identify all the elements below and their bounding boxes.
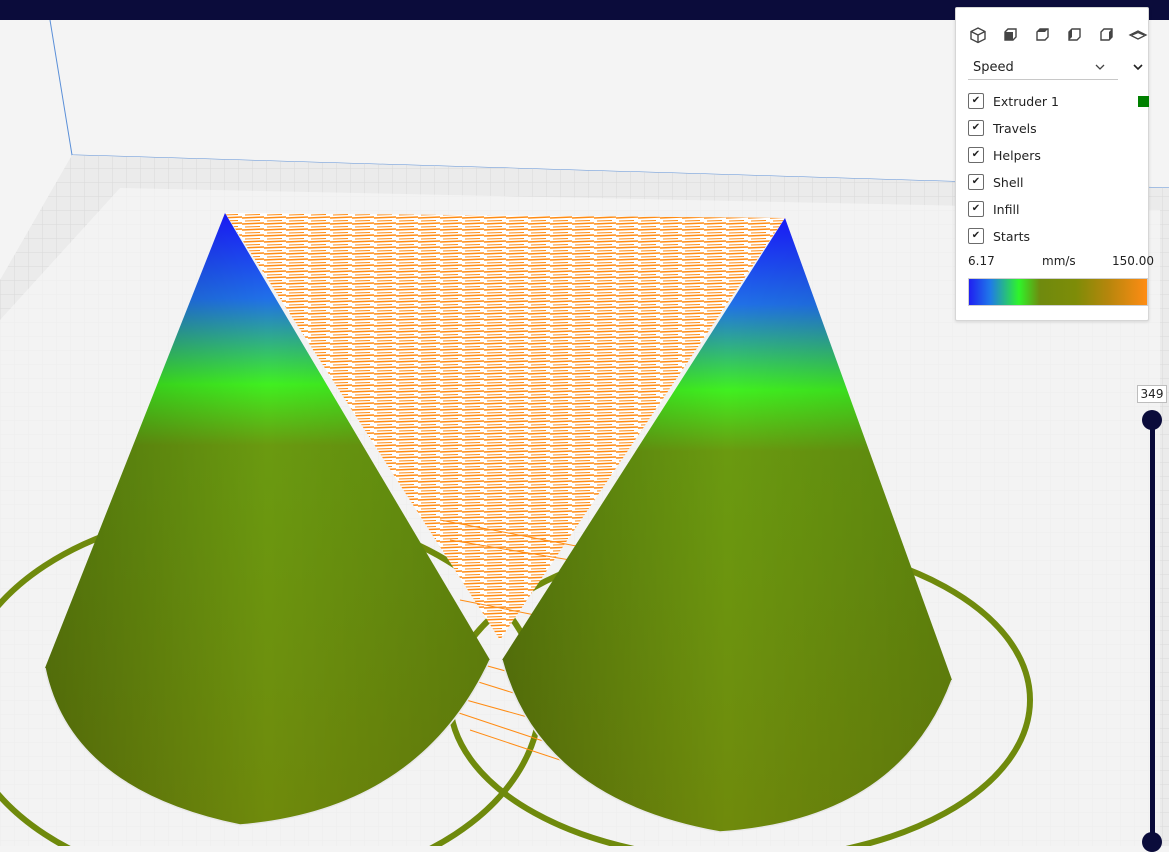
3d-view-button[interactable] — [967, 24, 989, 46]
checkbox[interactable]: ✔ — [968, 174, 984, 190]
left-view-button[interactable] — [1063, 24, 1085, 46]
toggle-label: Shell — [993, 174, 1024, 190]
right-view-icon — [1100, 28, 1113, 41]
check-icon: ✔ — [971, 230, 981, 241]
layer-slider-top-handle[interactable] — [1142, 410, 1162, 430]
current-layer-label: 349 — [1137, 385, 1167, 403]
speed-color-gradient — [968, 278, 1148, 306]
extruder-color-swatch — [1138, 96, 1149, 107]
right-view-button[interactable] — [1095, 24, 1117, 46]
checkbox[interactable]: ✔ — [968, 201, 984, 217]
layer-slider-track[interactable] — [1150, 421, 1155, 846]
legend-unit: mm/s — [1042, 254, 1076, 268]
legend-max-value: 150.00 — [1112, 254, 1154, 268]
toggle-travels[interactable]: ✔ Travels — [968, 119, 1037, 137]
front-view-button[interactable] — [999, 24, 1021, 46]
toggle-infill[interactable]: ✔ Infill — [968, 200, 1019, 218]
check-icon: ✔ — [971, 176, 981, 187]
checkbox[interactable]: ✔ — [968, 228, 984, 244]
top-view-button[interactable] — [1031, 24, 1053, 46]
legend-min-value: 6.17 — [968, 254, 995, 268]
toggle-label: Starts — [993, 228, 1031, 244]
toggle-starts[interactable]: ✔ Starts — [968, 227, 1030, 245]
left-view-icon — [1068, 28, 1081, 41]
toggle-helpers[interactable]: ✔ Helpers — [968, 146, 1041, 164]
checkbox[interactable]: ✔ — [968, 147, 984, 163]
toggle-label: Travels — [993, 120, 1037, 136]
layer-slider-bottom-handle[interactable] — [1142, 832, 1162, 852]
toggle-label: Infill — [993, 201, 1020, 217]
front-view-icon — [1004, 28, 1017, 41]
toggle-shell[interactable]: ✔ Shell — [968, 173, 1024, 191]
toggle-extruder-1[interactable]: ✔ Extruder 1 — [968, 92, 1059, 110]
checkbox[interactable]: ✔ — [968, 93, 984, 109]
x-ray-view-button[interactable] — [1127, 24, 1149, 46]
toggle-label: Helpers — [993, 147, 1041, 163]
check-icon: ✔ — [971, 149, 981, 160]
chevron-down-icon — [1095, 64, 1105, 70]
toggle-label: Extruder 1 — [993, 93, 1059, 109]
collapse-chevron-icon[interactable] — [1131, 60, 1145, 74]
color-scheme-dropdown[interactable]: Speed — [968, 56, 1118, 80]
check-icon: ✔ — [971, 95, 981, 106]
view-options-panel: Speed ✔ Extruder 1 ✔ Travels ✔ Helpers ✔… — [955, 7, 1154, 321]
checkbox[interactable]: ✔ — [968, 120, 984, 136]
check-icon: ✔ — [971, 122, 981, 133]
x-ray-view-icon — [1128, 30, 1148, 40]
top-view-icon — [1036, 28, 1049, 41]
3d-view-icon — [970, 27, 986, 44]
check-icon: ✔ — [971, 203, 981, 214]
color-scheme-value: Speed — [973, 60, 1014, 75]
